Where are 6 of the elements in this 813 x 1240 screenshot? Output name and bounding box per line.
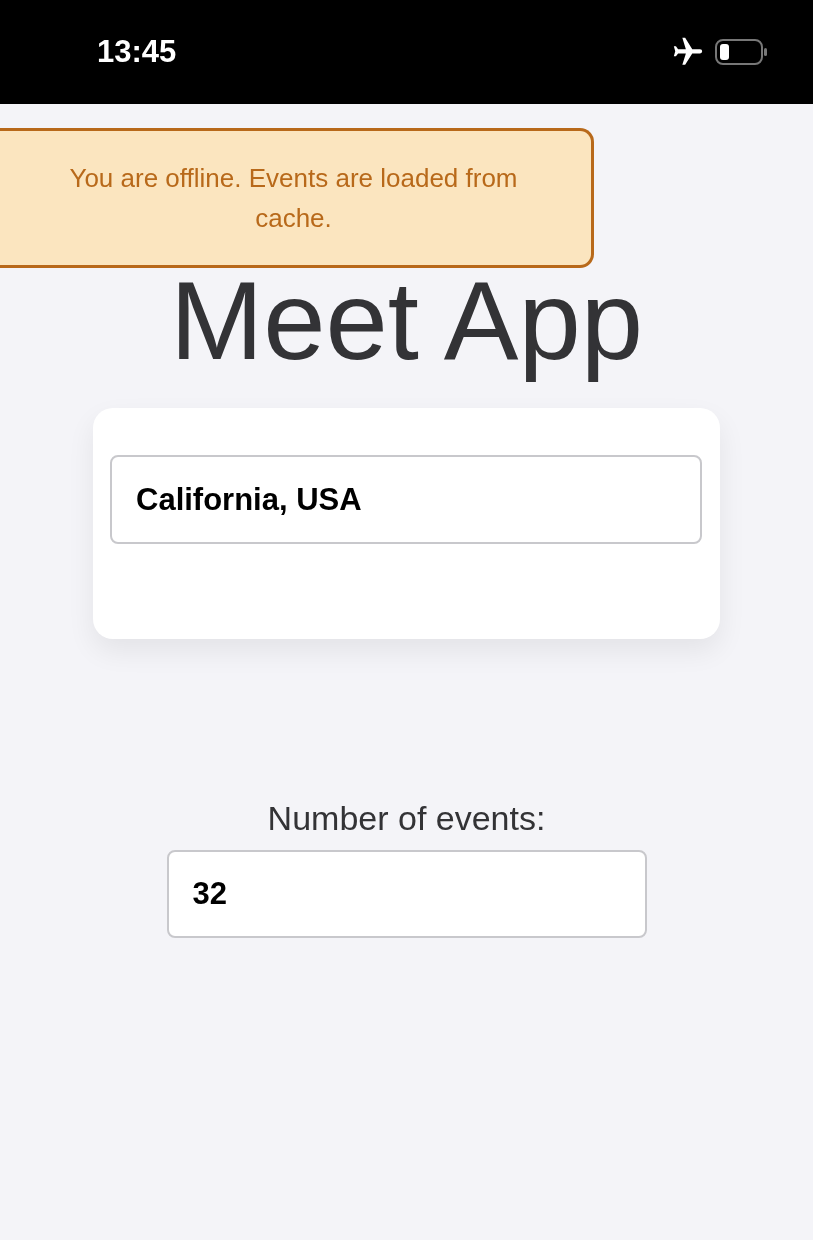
offline-alert: You are offline. Events are loaded from cache. — [0, 128, 594, 268]
number-of-events-field[interactable]: 32 — [166, 850, 647, 939]
status-time: 13:45 — [97, 34, 177, 70]
battery-icon — [715, 39, 767, 65]
city-search-field[interactable]: California, USA — [110, 455, 702, 545]
number-of-events-label: Number of events: — [267, 799, 546, 839]
